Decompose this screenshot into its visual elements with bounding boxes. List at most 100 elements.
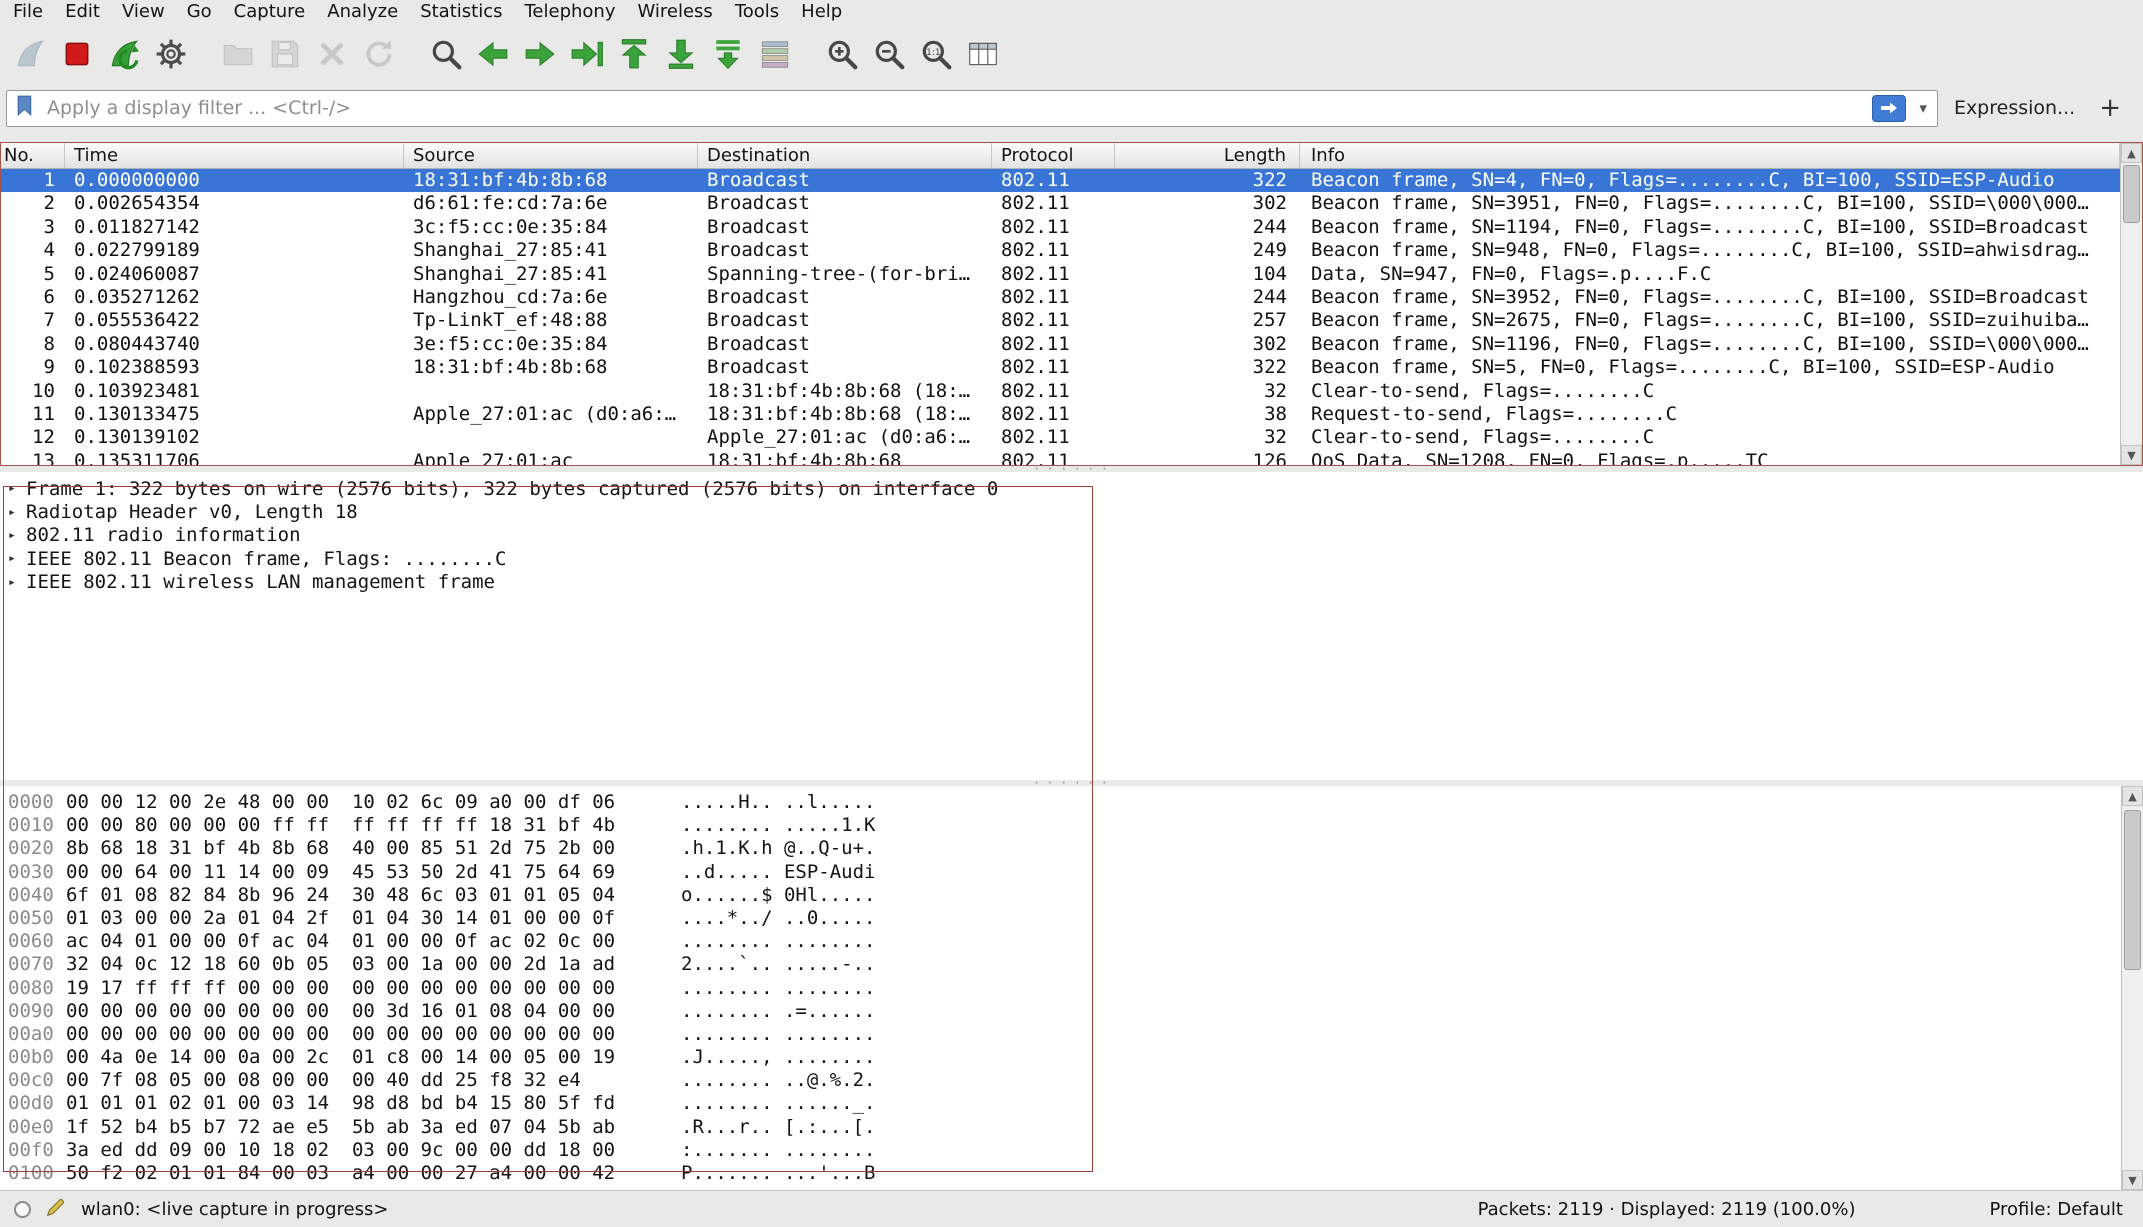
hex-row[interactable]: 0060ac 04 01 00 00 0f ac 04 01 00 00 0f … bbox=[8, 930, 2143, 953]
hex-row[interactable]: 00208b 68 18 31 bf 4b 8b 68 40 00 85 51 … bbox=[8, 837, 2143, 860]
filter-history-chevron-icon[interactable]: ▾ bbox=[1915, 99, 1931, 117]
triangle-right-icon[interactable]: ▸ bbox=[8, 481, 26, 496]
column-header-no[interactable]: No. bbox=[1, 143, 65, 168]
triangle-right-icon[interactable]: ▸ bbox=[8, 551, 26, 566]
find-packet-button[interactable] bbox=[422, 31, 469, 78]
triangle-right-icon[interactable]: ▸ bbox=[8, 528, 26, 543]
packet-row[interactable]: 70.055536422Tp-LinkT_ef:48:88Broadcast80… bbox=[1, 309, 2142, 332]
menu-capture[interactable]: Capture bbox=[223, 0, 317, 24]
hex-row[interactable]: 010050 f2 02 01 01 84 00 03 a4 00 00 27 … bbox=[8, 1162, 2143, 1185]
svg-text:1:1: 1:1 bbox=[926, 48, 941, 58]
scroll-up-button[interactable]: ▲ bbox=[2121, 143, 2142, 163]
menu-tools[interactable]: Tools bbox=[724, 0, 790, 24]
packet-row[interactable]: 10.00000000018:31:bf:4b:8b:68Broadcast80… bbox=[1, 169, 2142, 192]
expression-button[interactable]: Expression... bbox=[1950, 97, 2079, 119]
go-back-button[interactable] bbox=[469, 31, 516, 78]
save-capture-file-button[interactable] bbox=[261, 31, 308, 78]
add-filter-button[interactable]: + bbox=[2091, 93, 2129, 123]
detail-tree-row[interactable]: ▸IEEE 802.11 wireless LAN management fra… bbox=[8, 571, 2143, 594]
packet-row[interactable]: 60.035271262Hangzhou_cd:7a:6eBroadcast80… bbox=[1, 286, 2142, 309]
expert-info-circle-icon[interactable] bbox=[14, 1201, 31, 1218]
go-to-packet-button[interactable] bbox=[563, 31, 610, 78]
cell-no: 11 bbox=[1, 403, 65, 426]
triangle-right-icon[interactable]: ▸ bbox=[8, 505, 26, 520]
hex-row[interactable]: 00c000 7f 08 05 00 08 00 00 00 40 dd 25 … bbox=[8, 1069, 2143, 1092]
hex-row[interactable]: 003000 00 64 00 11 14 00 09 45 53 50 2d … bbox=[8, 861, 2143, 884]
column-header-source[interactable]: Source bbox=[404, 143, 698, 168]
cell-source: Tp-LinkT_ef:48:88 bbox=[404, 309, 698, 332]
packet-row[interactable]: 30.0118271423c:f5:cc:0e:35:84Broadcast80… bbox=[1, 216, 2142, 239]
hex-row[interactable]: 008019 17 ff ff ff 00 00 00 00 00 00 00 … bbox=[8, 977, 2143, 1000]
resize-columns-button[interactable] bbox=[959, 31, 1006, 78]
hex-row[interactable]: 001000 00 80 00 00 00 ff ff ff ff ff ff … bbox=[8, 814, 2143, 837]
packet-row[interactable]: 40.022799189Shanghai_27:85:41Broadcast80… bbox=[1, 239, 2142, 262]
menu-analyze[interactable]: Analyze bbox=[316, 0, 409, 24]
scroll-down-button[interactable]: ▼ bbox=[2121, 445, 2142, 465]
column-header-info[interactable]: Info bbox=[1300, 143, 2120, 168]
packet-row[interactable]: 50.024060087Shanghai_27:85:41Spanning-tr… bbox=[1, 263, 2142, 286]
hex-row[interactable]: 009000 00 00 00 00 00 00 00 00 3d 16 01 … bbox=[8, 1000, 2143, 1023]
auto-scroll-toggle-button[interactable] bbox=[704, 31, 751, 78]
stop-capture-button[interactable] bbox=[53, 31, 100, 78]
start-capture-button[interactable] bbox=[6, 31, 53, 78]
scrollbar-thumb[interactable] bbox=[2123, 165, 2140, 223]
scrollbar-thumb[interactable] bbox=[2124, 810, 2141, 970]
menu-telephony[interactable]: Telephony bbox=[513, 0, 626, 24]
zoom-reset-button[interactable]: 1:1 bbox=[912, 31, 959, 78]
zoom-in-button[interactable] bbox=[818, 31, 865, 78]
capture-comment-pencil-icon[interactable] bbox=[45, 1196, 67, 1223]
hex-row[interactable]: 000000 00 12 00 2e 48 00 00 10 02 6c 09 … bbox=[8, 791, 2143, 814]
menu-statistics[interactable]: Statistics bbox=[409, 0, 513, 24]
packet-row[interactable]: 100.10392348118:31:bf:4b:8b:68 (18:…802.… bbox=[1, 380, 2142, 403]
detail-tree-row[interactable]: ▸IEEE 802.11 Beacon frame, Flags: ......… bbox=[8, 547, 2143, 570]
apply-filter-button[interactable] bbox=[1872, 95, 1906, 122]
detail-tree-row[interactable]: ▸802.11 radio information bbox=[8, 524, 2143, 547]
column-header-destination[interactable]: Destination bbox=[698, 143, 992, 168]
hex-offset: 00d0 bbox=[8, 1092, 54, 1115]
menu-view[interactable]: View bbox=[111, 0, 176, 24]
triangle-right-icon[interactable]: ▸ bbox=[8, 575, 26, 590]
hex-row[interactable]: 00a000 00 00 00 00 00 00 00 00 00 00 00 … bbox=[8, 1023, 2143, 1046]
column-header-protocol[interactable]: Protocol bbox=[992, 143, 1115, 168]
restart-capture-button[interactable] bbox=[100, 31, 147, 78]
profile-button[interactable]: Profile: Default bbox=[1989, 1199, 2123, 1220]
menu-edit[interactable]: Edit bbox=[54, 0, 111, 24]
go-to-last-packet-button[interactable] bbox=[657, 31, 704, 78]
filter-bookmark-icon[interactable] bbox=[13, 93, 38, 123]
zoom-out-button[interactable] bbox=[865, 31, 912, 78]
packet-list-scrollbar[interactable]: ▲ ▼ bbox=[2120, 143, 2142, 465]
go-forward-button[interactable] bbox=[516, 31, 563, 78]
packet-row[interactable]: 80.0804437403e:f5:cc:0e:35:84Broadcast80… bbox=[1, 333, 2142, 356]
reload-file-button[interactable] bbox=[355, 31, 402, 78]
packet-row[interactable]: 120.130139102Apple_27:01:ac (d0:a6:…802.… bbox=[1, 426, 2142, 449]
hex-row[interactable]: 007032 04 0c 12 18 60 0b 05 03 00 1a 00 … bbox=[8, 953, 2143, 976]
menu-help[interactable]: Help bbox=[790, 0, 853, 24]
packet-row[interactable]: 90.10238859318:31:bf:4b:8b:68Broadcast80… bbox=[1, 356, 2142, 379]
go-to-first-packet-button[interactable] bbox=[610, 31, 657, 78]
hex-row[interactable]: 00b000 4a 0e 14 00 0a 00 2c 01 c8 00 14 … bbox=[8, 1046, 2143, 1069]
menu-file[interactable]: File bbox=[2, 0, 54, 24]
detail-tree-row[interactable]: ▸Frame 1: 322 bytes on wire (2576 bits),… bbox=[8, 477, 2143, 500]
detail-tree-row[interactable]: ▸Radiotap Header v0, Length 18 bbox=[8, 500, 2143, 523]
hex-bytes: ac 04 01 00 00 0f ac 04 01 00 00 0f ac 0… bbox=[66, 930, 681, 953]
packet-row[interactable]: 20.002654354d6:61:fe:cd:7a:6eBroadcast80… bbox=[1, 192, 2142, 215]
display-filter-input[interactable]: Apply a display filter ... <Ctrl-/> ▾ bbox=[6, 90, 1938, 127]
column-header-length[interactable]: Length bbox=[1115, 143, 1300, 168]
scroll-up-button[interactable]: ▲ bbox=[2122, 786, 2143, 806]
hex-row[interactable]: 00f03a ed dd 09 00 10 18 02 03 00 9c 00 … bbox=[8, 1139, 2143, 1162]
hex-row[interactable]: 00e01f 52 b4 b5 b7 72 ae e5 5b ab 3a ed … bbox=[8, 1116, 2143, 1139]
menu-go[interactable]: Go bbox=[176, 0, 223, 24]
capture-options-button[interactable] bbox=[147, 31, 194, 78]
scroll-down-button[interactable]: ▼ bbox=[2122, 1170, 2143, 1190]
open-capture-file-button[interactable] bbox=[214, 31, 261, 78]
hex-row[interactable]: 00406f 01 08 82 84 8b 96 24 30 48 6c 03 … bbox=[8, 884, 2143, 907]
close-capture-file-button[interactable] bbox=[308, 31, 355, 78]
hex-row[interactable]: 00d001 01 01 02 01 00 03 14 98 d8 bd b4 … bbox=[8, 1092, 2143, 1115]
packet-row[interactable]: 110.130133475Apple_27:01:ac (d0:a6:…18:3… bbox=[1, 403, 2142, 426]
hex-pane-scrollbar[interactable]: ▲ ▼ bbox=[2121, 786, 2143, 1190]
colorize-toggle-button[interactable] bbox=[751, 31, 798, 78]
menu-wireless[interactable]: Wireless bbox=[626, 0, 723, 24]
column-header-time[interactable]: Time bbox=[65, 143, 404, 168]
cell-protocol: 802.11 bbox=[992, 192, 1115, 215]
hex-row[interactable]: 005001 03 00 00 2a 01 04 2f 01 04 30 14 … bbox=[8, 907, 2143, 930]
